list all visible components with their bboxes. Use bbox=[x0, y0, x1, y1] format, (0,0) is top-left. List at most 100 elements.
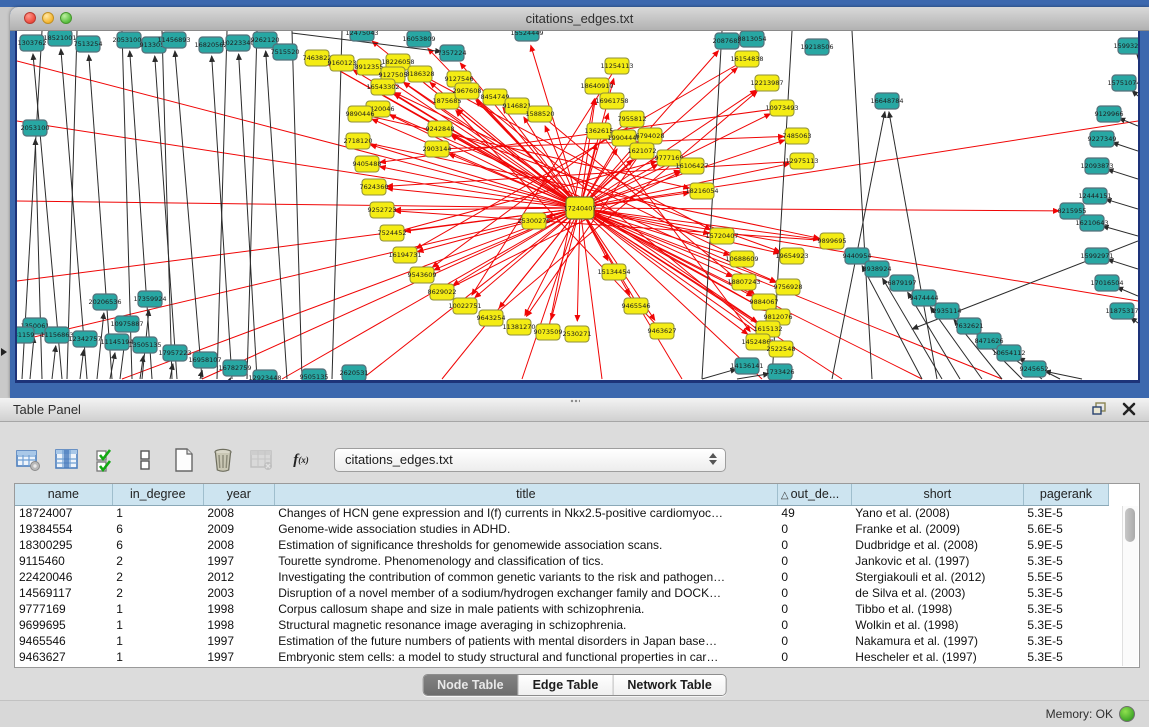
graph-node[interactable]: 2718120 bbox=[344, 133, 373, 149]
graph-node[interactable]: 20206536 bbox=[88, 294, 121, 310]
graph-node[interactable]: 12975113 bbox=[785, 153, 818, 169]
graph-node[interactable]: 16648784 bbox=[870, 93, 903, 109]
table-row[interactable]: 911546021997Tourette syndrome. Phenomeno… bbox=[15, 553, 1109, 569]
graph-node[interactable]: 9899695 bbox=[818, 233, 847, 249]
close-panel-icon[interactable] bbox=[1121, 401, 1137, 417]
float-panel-icon[interactable] bbox=[1091, 401, 1107, 417]
show-columns-icon[interactable] bbox=[53, 446, 81, 474]
table-options-icon[interactable] bbox=[14, 446, 42, 474]
graph-node[interactable]: 18640910 bbox=[580, 78, 613, 94]
graph-node[interactable]: 9160123 bbox=[328, 55, 357, 71]
graph-node[interactable]: 8813054 bbox=[738, 31, 767, 47]
graph-node[interactable]: 15992971 bbox=[1080, 248, 1113, 264]
graph-node[interactable]: 8629022 bbox=[428, 284, 457, 300]
graph-node[interactable]: 10022751 bbox=[448, 298, 481, 314]
graph-node[interactable]: 6794028 bbox=[636, 128, 665, 144]
graph-node[interactable]: 15993289 bbox=[1113, 38, 1138, 54]
graph-node[interactable]: 9505135 bbox=[300, 369, 329, 380]
graph-node[interactable]: 12213987 bbox=[750, 75, 783, 91]
graph-node[interactable]: 12475043 bbox=[345, 31, 378, 41]
graph-node[interactable]: 9463627 bbox=[648, 323, 677, 339]
graph-node[interactable]: 7515520 bbox=[271, 44, 300, 60]
function-builder-icon[interactable]: f(x) bbox=[287, 446, 315, 474]
graph-node[interactable]: 9465546 bbox=[622, 298, 651, 314]
graph-node[interactable]: 10973493 bbox=[765, 100, 798, 116]
graph-node[interactable]: 931159 bbox=[17, 327, 34, 343]
table-row[interactable]: 946554611997Estimation of the future num… bbox=[15, 633, 1109, 649]
tab-edge-table[interactable]: Edge Table bbox=[519, 675, 614, 695]
table-select-dropdown[interactable]: citations_edges.txt bbox=[334, 448, 726, 472]
graph-node[interactable]: 16782759 bbox=[218, 360, 251, 376]
graph-node[interactable]: 9073509 bbox=[534, 324, 563, 340]
table-row[interactable]: 977716911998Corpus callosum shape and si… bbox=[15, 601, 1109, 617]
graph-node[interactable]: 19654923 bbox=[775, 248, 808, 264]
graph-node[interactable]: 8938924 bbox=[863, 261, 892, 277]
graph-node[interactable]: 1621072 bbox=[628, 143, 657, 159]
graph-node[interactable]: 8186328 bbox=[406, 66, 435, 82]
column-header-year[interactable]: year bbox=[203, 484, 274, 505]
tab-network-table[interactable]: Network Table bbox=[613, 675, 726, 695]
column-header-name[interactable]: name bbox=[15, 484, 112, 505]
column-header-pagerank[interactable]: pagerank bbox=[1023, 484, 1108, 505]
column-header-out_de[interactable]: △out_de... bbox=[777, 484, 851, 505]
graph-node[interactable]: 7955812 bbox=[618, 111, 647, 127]
graph-node[interactable]: 16106427 bbox=[675, 158, 708, 174]
graph-node[interactable]: 2522548 bbox=[767, 341, 796, 357]
table-row[interactable]: 1456911722003Disruption of a novel membe… bbox=[15, 585, 1109, 601]
graph-node[interactable]: 16210643 bbox=[1075, 215, 1108, 231]
graph-node[interactable]: 11381270 bbox=[502, 319, 535, 335]
graph-node[interactable]: 18521001 bbox=[43, 31, 76, 46]
graph-node[interactable]: 2935114 bbox=[933, 303, 962, 319]
graph-node[interactable]: 7357224 bbox=[438, 45, 467, 61]
graph-node[interactable]: 9242848 bbox=[426, 121, 455, 137]
graph-node[interactable]: 9643254 bbox=[477, 310, 506, 326]
graph-node[interactable]: 15134454 bbox=[597, 264, 630, 280]
table-row[interactable]: 1830029562008Estimation of significance … bbox=[15, 537, 1109, 553]
table-row[interactable]: 1938455462009Genome-wide association stu… bbox=[15, 521, 1109, 537]
graph-node[interactable]: 12342757 bbox=[68, 331, 101, 347]
table-row[interactable]: 2242004622012Investigating the contribut… bbox=[15, 569, 1109, 585]
graph-node[interactable]: 13505135 bbox=[128, 337, 161, 353]
delete-entries-icon[interactable] bbox=[209, 446, 237, 474]
select-all-icon[interactable] bbox=[92, 446, 120, 474]
graph-node[interactable]: 2903144 bbox=[423, 141, 452, 157]
graph-node[interactable]: 9884067 bbox=[750, 294, 779, 310]
graph-node[interactable]: 7524452 bbox=[378, 225, 407, 241]
graph-node[interactable]: 16543302 bbox=[366, 79, 399, 95]
new-table-icon[interactable] bbox=[170, 446, 198, 474]
graph-node[interactable]: 2530271 bbox=[563, 326, 592, 342]
graph-node[interactable]: 14136141 bbox=[730, 358, 763, 374]
tab-node-table[interactable]: Node Table bbox=[423, 675, 518, 695]
graph-node[interactable]: 11875317 bbox=[1105, 303, 1138, 319]
table-row[interactable]: 969969511998Structural magnetic resonanc… bbox=[15, 617, 1109, 633]
panel-drag-handle[interactable] bbox=[570, 399, 580, 403]
graph-node[interactable]: 9890446 bbox=[346, 106, 375, 122]
column-header-title[interactable]: title bbox=[274, 484, 777, 505]
splitter-collapse-handle[interactable] bbox=[1, 348, 7, 356]
graph-node[interactable]: 9245652 bbox=[1020, 361, 1049, 377]
graph-node[interactable]: 15524449 bbox=[510, 31, 543, 41]
graph-node[interactable]: 12444151 bbox=[1078, 188, 1111, 204]
graph-node[interactable]: 10654112 bbox=[992, 345, 1025, 361]
graph-node[interactable]: 17957223 bbox=[158, 345, 191, 361]
graph-node[interactable]: 17359924 bbox=[133, 291, 166, 307]
graph-node[interactable]: 1303762 bbox=[18, 35, 47, 51]
graph-node[interactable]: 9129966 bbox=[1095, 106, 1124, 122]
graph-node[interactable]: 9756928 bbox=[774, 279, 803, 295]
graph-node[interactable]: 18807243 bbox=[727, 274, 760, 290]
graph-node[interactable]: 12923448 bbox=[248, 370, 281, 380]
graph-node[interactable]: 6879197 bbox=[888, 275, 917, 291]
citation-network-graph[interactable]: 7463822916012389123551822605891275051654… bbox=[17, 31, 1138, 380]
graph-node[interactable]: 17016504 bbox=[1090, 275, 1123, 291]
column-header-short[interactable]: short bbox=[851, 484, 1023, 505]
network-canvas[interactable]: 7463822916012389123551822605891275051654… bbox=[15, 31, 1140, 383]
graph-node[interactable]: 12093873 bbox=[1080, 158, 1113, 174]
graph-node[interactable]: 1588520 bbox=[526, 106, 555, 122]
graph-node[interactable]: 7485063 bbox=[783, 128, 812, 144]
graph-node[interactable]: 11456893 bbox=[157, 32, 190, 48]
scrollbar-thumb[interactable] bbox=[1125, 508, 1135, 542]
window-titlebar[interactable]: citations_edges.txt bbox=[10, 7, 1149, 31]
graph-node[interactable]: 16053809 bbox=[402, 31, 435, 47]
graph-node[interactable]: 9227349 bbox=[1088, 131, 1117, 147]
table-vertical-scrollbar[interactable] bbox=[1122, 506, 1138, 666]
